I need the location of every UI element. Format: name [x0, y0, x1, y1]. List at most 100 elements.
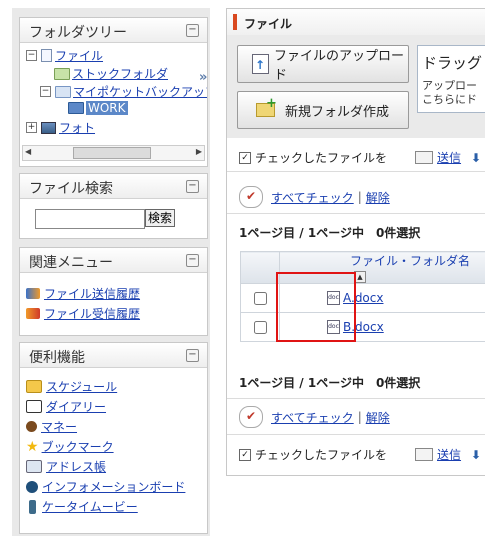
- expand-node-icon[interactable]: +: [26, 122, 37, 133]
- collapse-icon[interactable]: −: [186, 24, 199, 37]
- divider: [227, 398, 485, 399]
- checkmark-icon: ✓: [239, 151, 251, 164]
- tools-title: 便利機能: [29, 350, 85, 366]
- folder-icon: [55, 85, 71, 98]
- table-cell: [240, 312, 280, 342]
- check-all-link[interactable]: すべてチェック: [271, 189, 354, 206]
- collapse-sidebar-icon[interactable]: »: [199, 70, 207, 85]
- separator: |: [357, 410, 362, 424]
- folder-open-icon: [68, 102, 84, 114]
- info-icon: [26, 480, 38, 493]
- send-history-icon: [26, 288, 40, 299]
- send-link[interactable]: 送信: [437, 446, 461, 463]
- mobile-phone-icon: [29, 499, 36, 514]
- scrollbar-thumb[interactable]: [73, 147, 151, 159]
- tree-node-stock-folder[interactable]: ストックフォルダ: [54, 65, 168, 82]
- schedule-icon: [26, 380, 42, 393]
- separator: |: [357, 190, 362, 204]
- release-link[interactable]: 解除: [366, 189, 390, 206]
- check-all-icon[interactable]: ✔: [239, 406, 263, 428]
- tool-item-diary[interactable]: ダイアリー: [26, 398, 106, 415]
- file-doc-icon: [41, 49, 52, 62]
- release-link[interactable]: 解除: [366, 409, 390, 426]
- new-folder-button[interactable]: + 新規フォルダ作成: [237, 91, 409, 129]
- checked-actions-label: チェックしたファイルを: [255, 448, 388, 462]
- row-checkbox[interactable]: [254, 320, 267, 334]
- collapse-icon[interactable]: −: [186, 254, 199, 267]
- file-search-header: ファイル検索 −: [20, 174, 207, 199]
- check-all-bottom: ✔ すべてチェック | 解除: [239, 406, 390, 428]
- row-checkbox[interactable]: [254, 291, 267, 305]
- file-search-panel: ファイル検索 − 検索: [19, 173, 208, 239]
- new-folder-icon: +: [256, 96, 277, 117]
- folder-tree-header: フォルダツリー −: [20, 18, 207, 43]
- tree-node-file[interactable]: − ファイル: [26, 47, 103, 64]
- tree-node-work[interactable]: WORK: [68, 101, 128, 115]
- tree-node-photo[interactable]: + フォト: [26, 119, 95, 136]
- tool-item-mobile-movie[interactable]: ケータイムービー: [26, 498, 138, 515]
- folder-tree-title: フォルダツリー: [29, 25, 127, 41]
- search-input[interactable]: [35, 209, 145, 229]
- related-menu-title: 関連メニュー: [29, 255, 113, 271]
- file-main-panel: ファイル ↑ ファイルのアップロード + 新規フォルダ作成 ドラッグ アップロー…: [226, 8, 485, 476]
- folder-tree: − ファイル ストックフォルダ − マイポケットバックアップ WORK + フォ…: [20, 43, 207, 163]
- check-all-top: ✔ すべてチェック | 解除: [239, 186, 390, 208]
- upload-label: ファイルのアップロード: [274, 49, 405, 83]
- download-icon[interactable]: ⬇: [471, 448, 481, 462]
- check-all-icon[interactable]: ✔: [239, 186, 263, 208]
- divider: [227, 171, 485, 172]
- column-filename-label[interactable]: ファイル・フォルダ名: [350, 254, 470, 268]
- page-info-top: 1ページ目 / 1ページ中 0件選択: [239, 226, 421, 240]
- drag-drop-title: ドラッグ: [422, 54, 483, 72]
- highlight-box: [276, 272, 356, 342]
- checked-actions-label: チェックしたファイルを: [255, 151, 388, 165]
- send-link[interactable]: 送信: [437, 149, 461, 166]
- horizontal-scrollbar[interactable]: ◀ ▶: [22, 145, 205, 161]
- file-search-title: ファイル検索: [29, 181, 113, 197]
- tool-item-address-book[interactable]: アドレス帳: [26, 458, 106, 475]
- toolbar: ↑ ファイルのアップロード + 新規フォルダ作成 ドラッグ アップロー こちらに…: [227, 35, 485, 138]
- tools-header: 便利機能 −: [20, 343, 207, 368]
- collapse-node-icon[interactable]: −: [40, 86, 51, 97]
- tool-item-money[interactable]: マネー: [26, 418, 77, 435]
- tree-node-work-label[interactable]: WORK: [86, 101, 128, 115]
- divider: [227, 434, 485, 435]
- header-accent-bar: [233, 14, 237, 30]
- drag-drop-text-line: アップロー: [422, 79, 477, 92]
- download-icon[interactable]: ⬇: [471, 151, 481, 165]
- drag-drop-text: アップロー こちらにド: [422, 79, 477, 107]
- scroll-right-icon[interactable]: ▶: [196, 147, 202, 156]
- address-book-icon: [26, 460, 42, 473]
- receive-history-icon: [26, 308, 40, 319]
- collapse-icon[interactable]: −: [186, 180, 199, 193]
- upload-icon: ↑: [252, 54, 269, 74]
- page-info-bottom: 1ページ目 / 1ページ中 0件選択: [239, 376, 421, 390]
- menu-item-send-history[interactable]: ファイル送信履歴: [26, 285, 140, 302]
- search-button[interactable]: 検索: [145, 209, 176, 227]
- photo-icon: [41, 121, 56, 134]
- tool-item-bookmark[interactable]: ★ ブックマーク: [26, 438, 114, 455]
- tools-panel: 便利機能 − スケジュール ダイアリー マネー ★ ブックマーク アドレス帳 イ…: [19, 342, 208, 534]
- tree-node-mypocket-backup[interactable]: − マイポケットバックアップ: [40, 83, 207, 100]
- new-folder-label: 新規フォルダ作成: [285, 104, 390, 120]
- left-sidebar: フォルダツリー − − ファイル ストックフォルダ − マイポケットバックアップ…: [12, 8, 210, 536]
- divider: [227, 213, 485, 214]
- menu-item-receive-history[interactable]: ファイル受信履歴: [26, 305, 140, 322]
- upload-button[interactable]: ↑ ファイルのアップロード: [237, 45, 409, 83]
- collapse-icon[interactable]: −: [186, 349, 199, 362]
- file-panel-header: ファイル: [227, 9, 485, 36]
- check-all-link[interactable]: すべてチェック: [271, 409, 354, 426]
- checkmark-icon: ✓: [239, 448, 251, 461]
- tool-item-schedule[interactable]: スケジュール: [26, 378, 117, 395]
- folder-tree-panel: フォルダツリー − − ファイル ストックフォルダ − マイポケットバックアップ…: [19, 17, 208, 167]
- related-menu-header: 関連メニュー −: [20, 248, 207, 273]
- page-title: ファイル: [244, 17, 293, 31]
- folder-icon: [54, 67, 70, 80]
- scroll-left-icon[interactable]: ◀: [25, 147, 31, 156]
- drag-drop-text-line: こちらにド: [422, 93, 477, 106]
- collapse-node-icon[interactable]: −: [26, 50, 37, 61]
- money-icon: [26, 421, 37, 432]
- diary-icon: [26, 400, 42, 413]
- drag-drop-area[interactable]: ドラッグ アップロー こちらにド: [417, 45, 485, 113]
- tool-item-information-board[interactable]: インフォメーションボード: [26, 478, 185, 495]
